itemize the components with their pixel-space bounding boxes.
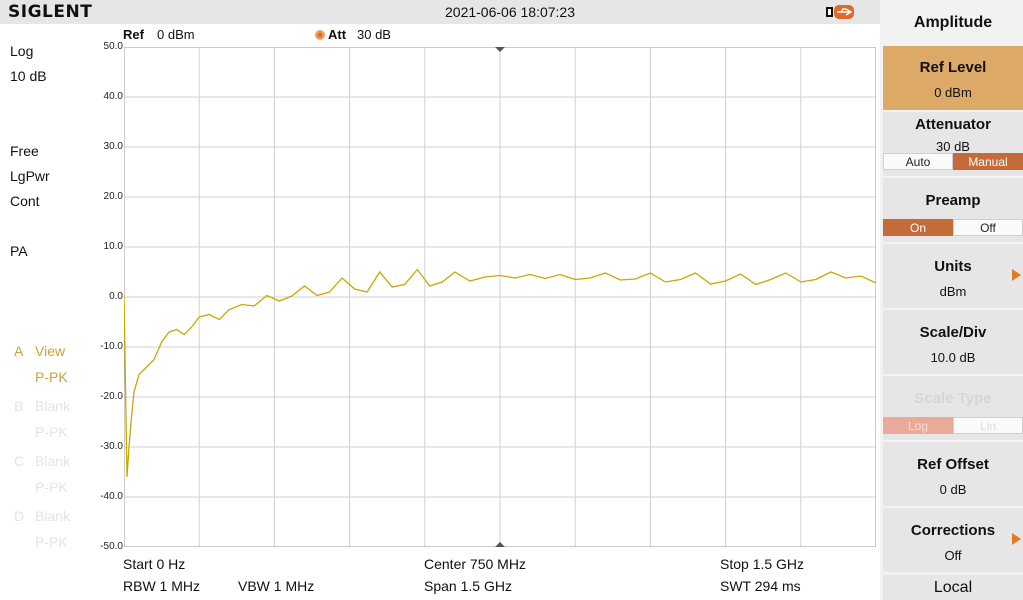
rbw: RBW 1 MHz — [123, 578, 200, 594]
ref-offset-value: 0 dB — [939, 482, 967, 497]
trace-b-state: Blank — [35, 398, 71, 414]
att-label: Att — [328, 27, 347, 42]
stop-freq: Stop 1.5 GHz — [720, 556, 805, 572]
center-freq: Center 750 MHz — [424, 556, 526, 572]
span: Span 1.5 GHz — [424, 578, 512, 594]
scale-type-title: Scale Type — [914, 390, 992, 407]
y-tick-label: 20.0 — [103, 191, 123, 202]
y-tick-label: 40.0 — [103, 91, 123, 102]
trace-b-detector: P-PK — [35, 424, 68, 440]
center-marker-top — [495, 47, 505, 52]
ref-level-key[interactable]: Ref Level 0 dBm — [883, 46, 1023, 110]
preamp-on-option[interactable]: On — [883, 219, 953, 236]
trace-c-detector: P-PK — [35, 479, 68, 495]
scale-type-log-option: Log — [883, 417, 953, 434]
scale-type-key: Scale Type Log Lin — [883, 376, 1023, 440]
attenuator-manual-option[interactable]: Manual — [953, 153, 1023, 170]
attenuator-title: Attenuator — [915, 116, 991, 133]
trace-a-state: View — [35, 343, 66, 359]
menu-title: Amplitude — [883, 0, 1023, 44]
attenuator-toggle[interactable]: Auto Manual — [883, 153, 1023, 170]
vbw: VBW 1 MHz — [238, 578, 315, 594]
y-tick-label: 0.0 — [109, 291, 123, 302]
ref-label: Ref — [123, 27, 144, 42]
corrections-value: Off — [944, 548, 962, 563]
grid-lines — [124, 47, 876, 547]
units-title: Units — [934, 258, 972, 275]
y-tick-label: 30.0 — [103, 141, 123, 152]
preamp-title: Preamp — [925, 192, 981, 209]
sweep-time: SWT 294 ms — [720, 578, 801, 594]
submenu-arrow-icon — [1012, 269, 1021, 281]
sweep-mode: Cont — [10, 193, 40, 209]
trace-d-letter: D — [14, 508, 25, 524]
corrections-title: Corrections — [910, 522, 996, 539]
preamp-off-option[interactable]: Off — [953, 219, 1023, 236]
status-bar: SIGLENT 2021-06-06 18:07:23 — [0, 0, 880, 24]
ref-offset-key[interactable]: Ref Offset 0 dB — [883, 442, 1023, 506]
y-tick-label: -30.0 — [100, 441, 123, 452]
y-tick-label: 10.0 — [103, 241, 123, 252]
scale-type-toggle: Log Lin — [883, 417, 1023, 434]
attenuator-key[interactable]: Attenuator 30 dB Auto Manual — [883, 112, 1023, 176]
average-type: LgPwr — [10, 168, 50, 184]
y-tick-label: -20.0 — [100, 391, 123, 402]
trace-b-letter: B — [14, 398, 24, 414]
ref-value: 0 dBm — [157, 27, 195, 42]
units-key[interactable]: Units dBm — [883, 244, 1023, 308]
preamp-key[interactable]: Preamp On Off — [883, 178, 1023, 242]
attenuator-auto-option[interactable]: Auto — [883, 153, 953, 170]
scale-div-label: 10 dB — [10, 68, 47, 84]
scale-mode: Log — [10, 43, 34, 59]
scale-type-lin-option: Lin — [953, 417, 1023, 434]
corrections-key[interactable]: Corrections Off — [883, 508, 1023, 572]
preamp-indicator: PA — [10, 243, 28, 259]
y-tick-label: 50.0 — [103, 41, 123, 52]
trace-c-state: Blank — [35, 453, 71, 469]
trace-a-letter: A — [14, 343, 24, 359]
preamp-toggle[interactable]: On Off — [883, 219, 1023, 236]
spectrum-graticule[interactable] — [124, 47, 876, 547]
y-tick-label: -40.0 — [100, 491, 123, 502]
scale-div-title: Scale/Div — [919, 324, 987, 341]
trace-c-letter: C — [14, 453, 25, 469]
usb-icon — [826, 5, 854, 19]
trigger-mode: Free — [10, 143, 39, 159]
local-button[interactable]: Local — [883, 575, 1023, 600]
y-tick-label: -10.0 — [100, 341, 123, 352]
scale-div-value: 10.0 dB — [930, 350, 976, 365]
softkey-panel: Amplitude Ref Level 0 dBm Attenuator 30 … — [880, 0, 1023, 600]
center-marker-bottom — [495, 542, 505, 547]
att-value: 30 dB — [357, 27, 391, 42]
ref-offset-title: Ref Offset — [917, 456, 989, 473]
ref-level-title: Ref Level — [919, 59, 987, 76]
start-freq: Start 0 Hz — [123, 556, 186, 572]
trace-a-detector: P-PK — [35, 369, 68, 385]
attenuator-value: 30 dB — [936, 139, 970, 154]
submenu-arrow-icon — [1012, 533, 1021, 545]
units-value: dBm — [939, 284, 967, 299]
ref-level-value: 0 dBm — [934, 85, 972, 100]
trace-d-detector: P-PK — [35, 534, 68, 550]
scale-div-key[interactable]: Scale/Div 10.0 dB — [883, 310, 1023, 374]
y-tick-label: -50.0 — [100, 541, 123, 552]
siglent-logo: SIGLENT — [8, 2, 93, 22]
trace-d-state: Blank — [35, 508, 71, 524]
datetime: 2021-06-06 18:07:23 — [445, 4, 575, 20]
attenuator-warning-icon — [315, 30, 325, 40]
